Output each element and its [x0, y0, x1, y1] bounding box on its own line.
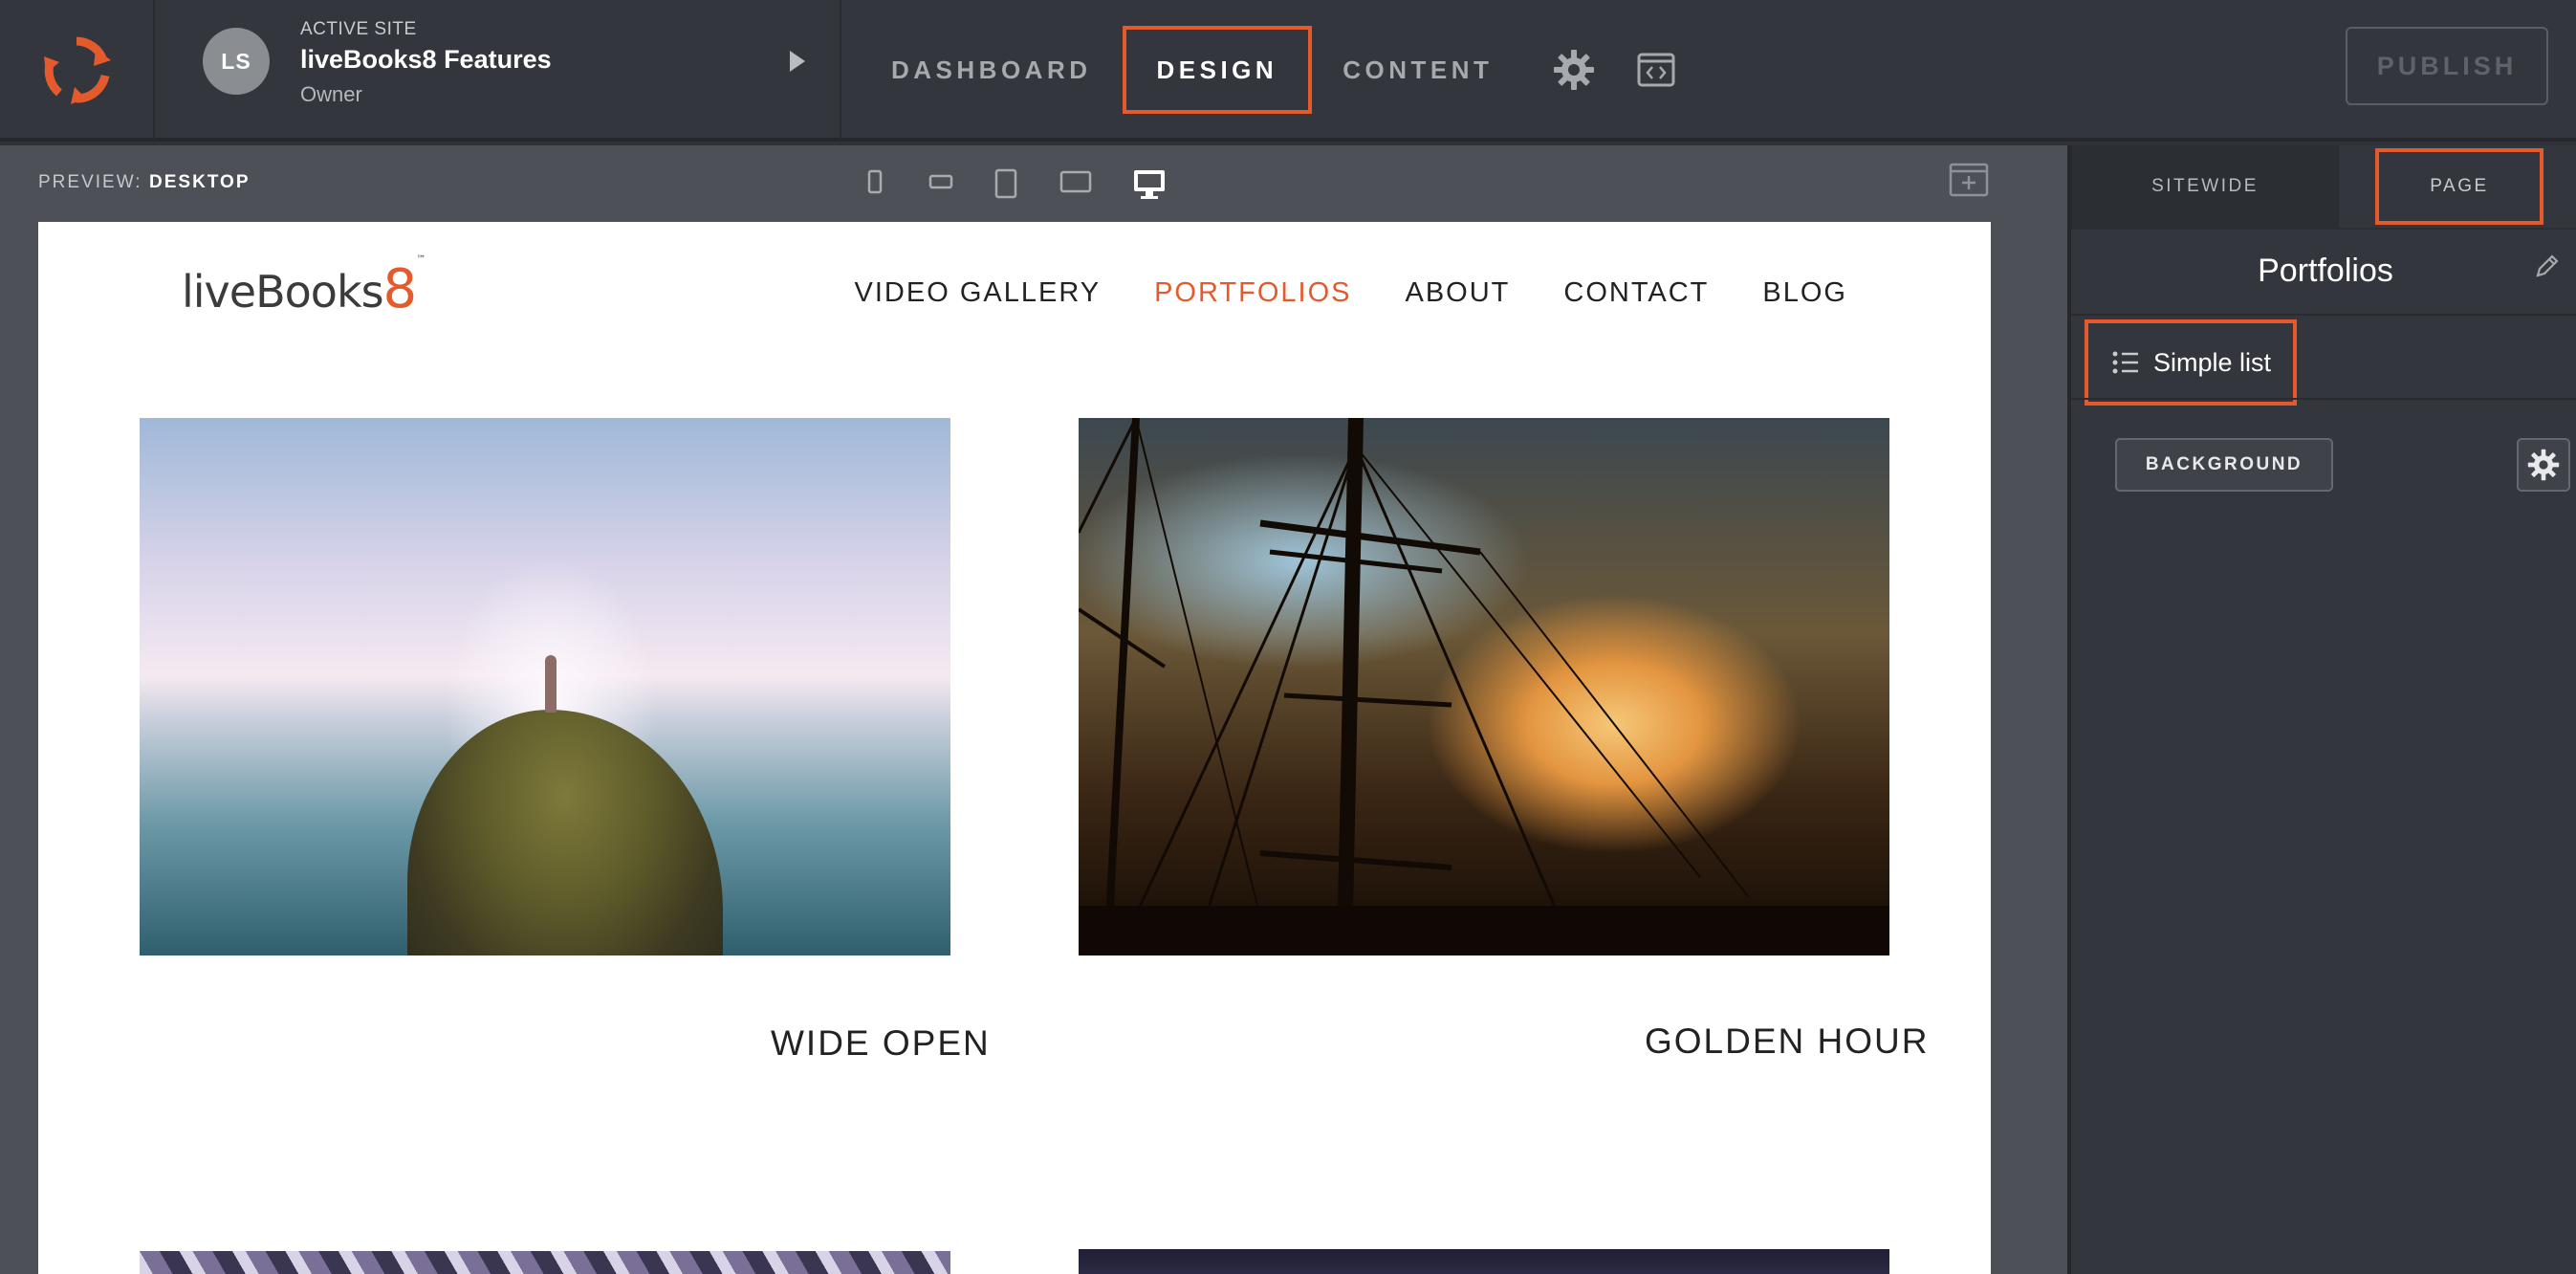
gallery-image-wide-open[interactable] — [140, 418, 950, 956]
layout-selector[interactable]: Simple list — [2085, 319, 2297, 406]
tablet-portrait-button[interactable] — [994, 168, 1017, 199]
site-nav-contact[interactable]: CONTACT — [1563, 277, 1709, 309]
site-nav-video-gallery[interactable]: VIDEO GALLERY — [855, 277, 1102, 309]
tab-sitewide[interactable]: SITEWIDE — [2071, 145, 2339, 228]
tablet-portrait-icon — [994, 168, 1017, 199]
tab-page[interactable]: PAGE — [2339, 145, 2576, 228]
active-site-label: ACTIVE SITE — [300, 19, 417, 39]
ship-rigging — [1079, 418, 1889, 956]
site-logo[interactable]: liveBooks8™ — [182, 254, 426, 320]
site-nav: VIDEO GALLERY PORTFOLIOS ABOUT CONTACT B… — [855, 277, 1847, 309]
desktop-icon — [1134, 170, 1165, 199]
site-nav-portfolios[interactable]: PORTFOLIOS — [1154, 277, 1351, 309]
logo-mark: 8 — [382, 258, 418, 320]
edit-title-button[interactable] — [2534, 253, 2561, 284]
divider — [2071, 314, 2576, 316]
person — [545, 655, 557, 713]
tab-page-label: PAGE — [2375, 148, 2543, 225]
site-role: Owner — [300, 82, 362, 106]
gallery-image-3[interactable] — [140, 1251, 950, 1274]
gear-icon — [1554, 50, 1595, 90]
preview-mode: DESKTOP — [149, 172, 251, 192]
site-name: liveBooks8 Features — [300, 45, 552, 74]
gear-icon — [2527, 449, 2560, 481]
add-section-button[interactable] — [1949, 163, 1989, 202]
site-preview-page[interactable]: liveBooks8™ VIDEO GALLERY PORTFOLIOS ABO… — [38, 222, 1991, 1274]
app-logo[interactable] — [0, 0, 155, 140]
background-settings-button[interactable] — [2517, 438, 2570, 492]
phone-portrait-icon — [867, 169, 883, 194]
top-bar: LS ACTIVE SITE liveBooks8 Features Owner… — [0, 0, 2576, 142]
avatar[interactable]: LS — [203, 28, 270, 95]
gallery-caption-golden-hour[interactable]: GOLDEN HOUR — [1645, 1021, 1929, 1062]
logo-tail: ks — [336, 266, 384, 318]
preview-label: PREVIEW: — [38, 172, 142, 192]
main-nav: DASHBOARD DESIGN CONTENT — [861, 0, 1688, 140]
divider — [2071, 398, 2576, 400]
list-icon — [2112, 351, 2138, 374]
add-window-icon — [1949, 163, 1989, 197]
desktop-button[interactable] — [1132, 168, 1167, 201]
refresh-logo-icon — [44, 36, 111, 104]
publish-button[interactable]: PUBLISH — [2346, 27, 2548, 105]
tablet-landscape-button[interactable] — [1059, 168, 1092, 195]
nav-design[interactable]: DESIGN — [1122, 26, 1313, 114]
page-title: Portfolios — [2258, 253, 2393, 289]
play-icon[interactable] — [790, 51, 805, 72]
phone-landscape-button[interactable] — [928, 168, 954, 195]
tablet-landscape-icon — [1059, 170, 1092, 193]
phone-portrait-button[interactable] — [866, 168, 884, 195]
gallery-caption-wide-open[interactable]: WIDE OPEN — [771, 1023, 991, 1064]
phone-landscape-icon — [928, 174, 953, 189]
site-nav-about[interactable]: ABOUT — [1405, 277, 1510, 309]
panel-tabs: SITEWIDE PAGE — [2071, 145, 2576, 230]
logo-text: liveBoo — [182, 266, 338, 318]
code-editor-button[interactable] — [1625, 38, 1688, 101]
site-nav-blog[interactable]: BLOG — [1762, 277, 1847, 309]
code-window-icon — [1637, 53, 1675, 87]
design-panel: SITEWIDE PAGE Portfolios Simple list BAC… — [2067, 145, 2576, 1274]
background-button[interactable]: BACKGROUND — [2115, 438, 2333, 492]
gallery-image-4[interactable] — [1079, 1249, 1889, 1274]
preview-area: PREVIEW: DESKTOP liveBooks8™ VIDEO GALLE… — [0, 145, 2067, 1274]
settings-button[interactable] — [1542, 38, 1605, 101]
layout-label: Simple list — [2153, 347, 2272, 377]
nav-dashboard[interactable]: DASHBOARD — [861, 26, 1123, 114]
nav-content[interactable]: CONTENT — [1312, 26, 1523, 114]
rock — [407, 710, 723, 956]
pencil-icon — [2536, 254, 2559, 277]
gallery-image-golden-hour[interactable] — [1079, 418, 1889, 956]
active-site-switcher[interactable]: LS ACTIVE SITE liveBooks8 Features Owner — [155, 0, 841, 140]
logo-trademark: ™ — [416, 254, 426, 265]
